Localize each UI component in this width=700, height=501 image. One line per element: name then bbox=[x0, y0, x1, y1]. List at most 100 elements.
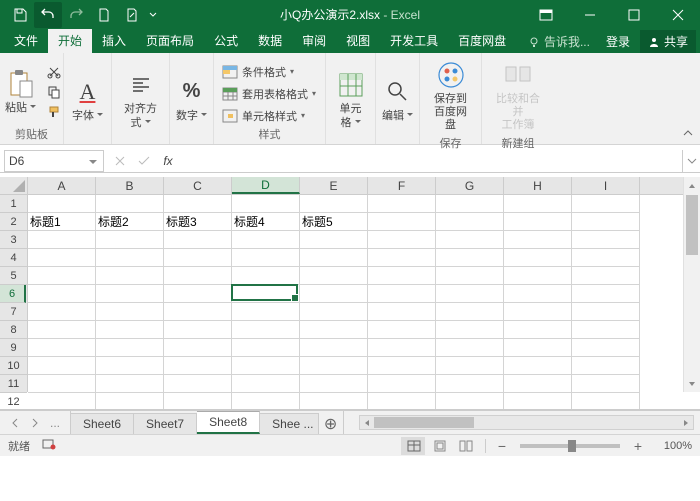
cell-E1[interactable] bbox=[300, 195, 368, 213]
cell-F3[interactable] bbox=[368, 231, 436, 249]
add-sheet-button[interactable]: ⊕ bbox=[319, 416, 343, 434]
cell-C1[interactable] bbox=[164, 195, 232, 213]
tab-review[interactable]: 审阅 bbox=[292, 28, 336, 53]
cells-button[interactable]: 单元格 bbox=[331, 67, 371, 131]
ribbon-options-button[interactable] bbox=[524, 0, 568, 29]
scroll-down-button[interactable] bbox=[684, 375, 700, 392]
tab-baidu[interactable]: 百度网盘 bbox=[448, 28, 516, 53]
sheet-more-nav[interactable]: ... bbox=[46, 414, 64, 432]
cell-I9[interactable] bbox=[572, 339, 640, 357]
hscroll-right-button[interactable] bbox=[679, 416, 693, 429]
cell-B9[interactable] bbox=[96, 339, 164, 357]
col-header-C[interactable]: C bbox=[164, 177, 232, 194]
row-header-2[interactable]: 2 bbox=[0, 213, 27, 231]
cell-D2[interactable]: 标题4 bbox=[232, 213, 300, 231]
minimize-button[interactable] bbox=[568, 0, 612, 29]
cell-G6[interactable] bbox=[436, 285, 504, 303]
zoom-out-button[interactable]: − bbox=[494, 438, 510, 454]
insert-function-button[interactable]: fx bbox=[156, 151, 180, 171]
cell-C4[interactable] bbox=[164, 249, 232, 267]
cell-B3[interactable] bbox=[96, 231, 164, 249]
collapse-ribbon-button[interactable] bbox=[682, 127, 694, 142]
select-all-button[interactable] bbox=[0, 177, 28, 195]
cell-C10[interactable] bbox=[164, 357, 232, 375]
tab-view[interactable]: 视图 bbox=[336, 28, 380, 53]
table-format-button[interactable]: 套用表格格式▾ bbox=[220, 85, 318, 103]
cell-B6[interactable] bbox=[96, 285, 164, 303]
sheet-tab-8[interactable]: Sheet8 bbox=[197, 411, 260, 434]
cell-G4[interactable] bbox=[436, 249, 504, 267]
cell-F1[interactable] bbox=[368, 195, 436, 213]
name-box[interactable]: D6 bbox=[4, 150, 104, 172]
cell-A8[interactable] bbox=[28, 321, 96, 339]
cell-I12[interactable] bbox=[572, 393, 640, 410]
cell-B10[interactable] bbox=[96, 357, 164, 375]
cell-H11[interactable] bbox=[504, 375, 572, 393]
cell-E4[interactable] bbox=[300, 249, 368, 267]
alignment-button[interactable]: 对齐方式 bbox=[118, 67, 163, 131]
macro-record-button[interactable] bbox=[42, 438, 56, 453]
cell-E6[interactable] bbox=[300, 285, 368, 303]
cell-D1[interactable] bbox=[232, 195, 300, 213]
cell-F4[interactable] bbox=[368, 249, 436, 267]
cell-G8[interactable] bbox=[436, 321, 504, 339]
close-button[interactable] bbox=[656, 0, 700, 29]
row-header-10[interactable]: 10 bbox=[0, 357, 27, 375]
col-header-A[interactable]: A bbox=[28, 177, 96, 194]
cell-F2[interactable] bbox=[368, 213, 436, 231]
cell-A11[interactable] bbox=[28, 375, 96, 393]
login-link[interactable]: 登录 bbox=[598, 31, 638, 52]
tab-formulas[interactable]: 公式 bbox=[204, 28, 248, 53]
cell-A3[interactable] bbox=[28, 231, 96, 249]
cancel-edit-button[interactable] bbox=[108, 151, 132, 171]
cell-A9[interactable] bbox=[28, 339, 96, 357]
conditional-format-button[interactable]: 条件格式▾ bbox=[220, 63, 296, 81]
cell-B1[interactable] bbox=[96, 195, 164, 213]
cell-B5[interactable] bbox=[96, 267, 164, 285]
qat-open-button[interactable] bbox=[118, 2, 146, 28]
cell-H9[interactable] bbox=[504, 339, 572, 357]
cell-I5[interactable] bbox=[572, 267, 640, 285]
cell-C7[interactable] bbox=[164, 303, 232, 321]
share-button[interactable]: 共享 bbox=[640, 30, 696, 53]
cell-A2[interactable]: 标题1 bbox=[28, 213, 96, 231]
cell-I4[interactable] bbox=[572, 249, 640, 267]
cell-A1[interactable] bbox=[28, 195, 96, 213]
sheet-tab-partial[interactable]: Shee ... bbox=[260, 413, 318, 434]
cell-I11[interactable] bbox=[572, 375, 640, 393]
cell-I2[interactable] bbox=[572, 213, 640, 231]
tab-home[interactable]: 开始 bbox=[48, 28, 92, 53]
cell-I8[interactable] bbox=[572, 321, 640, 339]
undo-button[interactable] bbox=[34, 2, 62, 28]
cell-A10[interactable] bbox=[28, 357, 96, 375]
zoom-slider[interactable] bbox=[520, 444, 620, 448]
col-header-I[interactable]: I bbox=[572, 177, 640, 194]
cell-B12[interactable] bbox=[96, 393, 164, 410]
scroll-thumb[interactable] bbox=[686, 195, 698, 255]
cell-F12[interactable] bbox=[368, 393, 436, 410]
cell-H7[interactable] bbox=[504, 303, 572, 321]
cell-G7[interactable] bbox=[436, 303, 504, 321]
cell-H6[interactable] bbox=[504, 285, 572, 303]
save-button[interactable] bbox=[6, 2, 34, 28]
hscroll-left-button[interactable] bbox=[360, 416, 374, 429]
hscroll-thumb[interactable] bbox=[374, 417, 474, 428]
editing-button[interactable]: 编辑 bbox=[378, 74, 418, 125]
cell-B2[interactable]: 标题2 bbox=[96, 213, 164, 231]
cell-D6[interactable] bbox=[232, 285, 300, 303]
tab-developer[interactable]: 开发工具 bbox=[380, 28, 448, 53]
cell-D3[interactable] bbox=[232, 231, 300, 249]
cell-E7[interactable] bbox=[300, 303, 368, 321]
tab-data[interactable]: 数据 bbox=[248, 28, 292, 53]
cell-A4[interactable] bbox=[28, 249, 96, 267]
cell-I1[interactable] bbox=[572, 195, 640, 213]
cell-C3[interactable] bbox=[164, 231, 232, 249]
cell-D9[interactable] bbox=[232, 339, 300, 357]
paste-button[interactable]: 粘贴 bbox=[1, 66, 41, 117]
col-header-H[interactable]: H bbox=[504, 177, 572, 194]
cell-H1[interactable] bbox=[504, 195, 572, 213]
cell-I10[interactable] bbox=[572, 357, 640, 375]
cell-G11[interactable] bbox=[436, 375, 504, 393]
cell-C9[interactable] bbox=[164, 339, 232, 357]
tab-file[interactable]: 文件 bbox=[4, 28, 48, 53]
